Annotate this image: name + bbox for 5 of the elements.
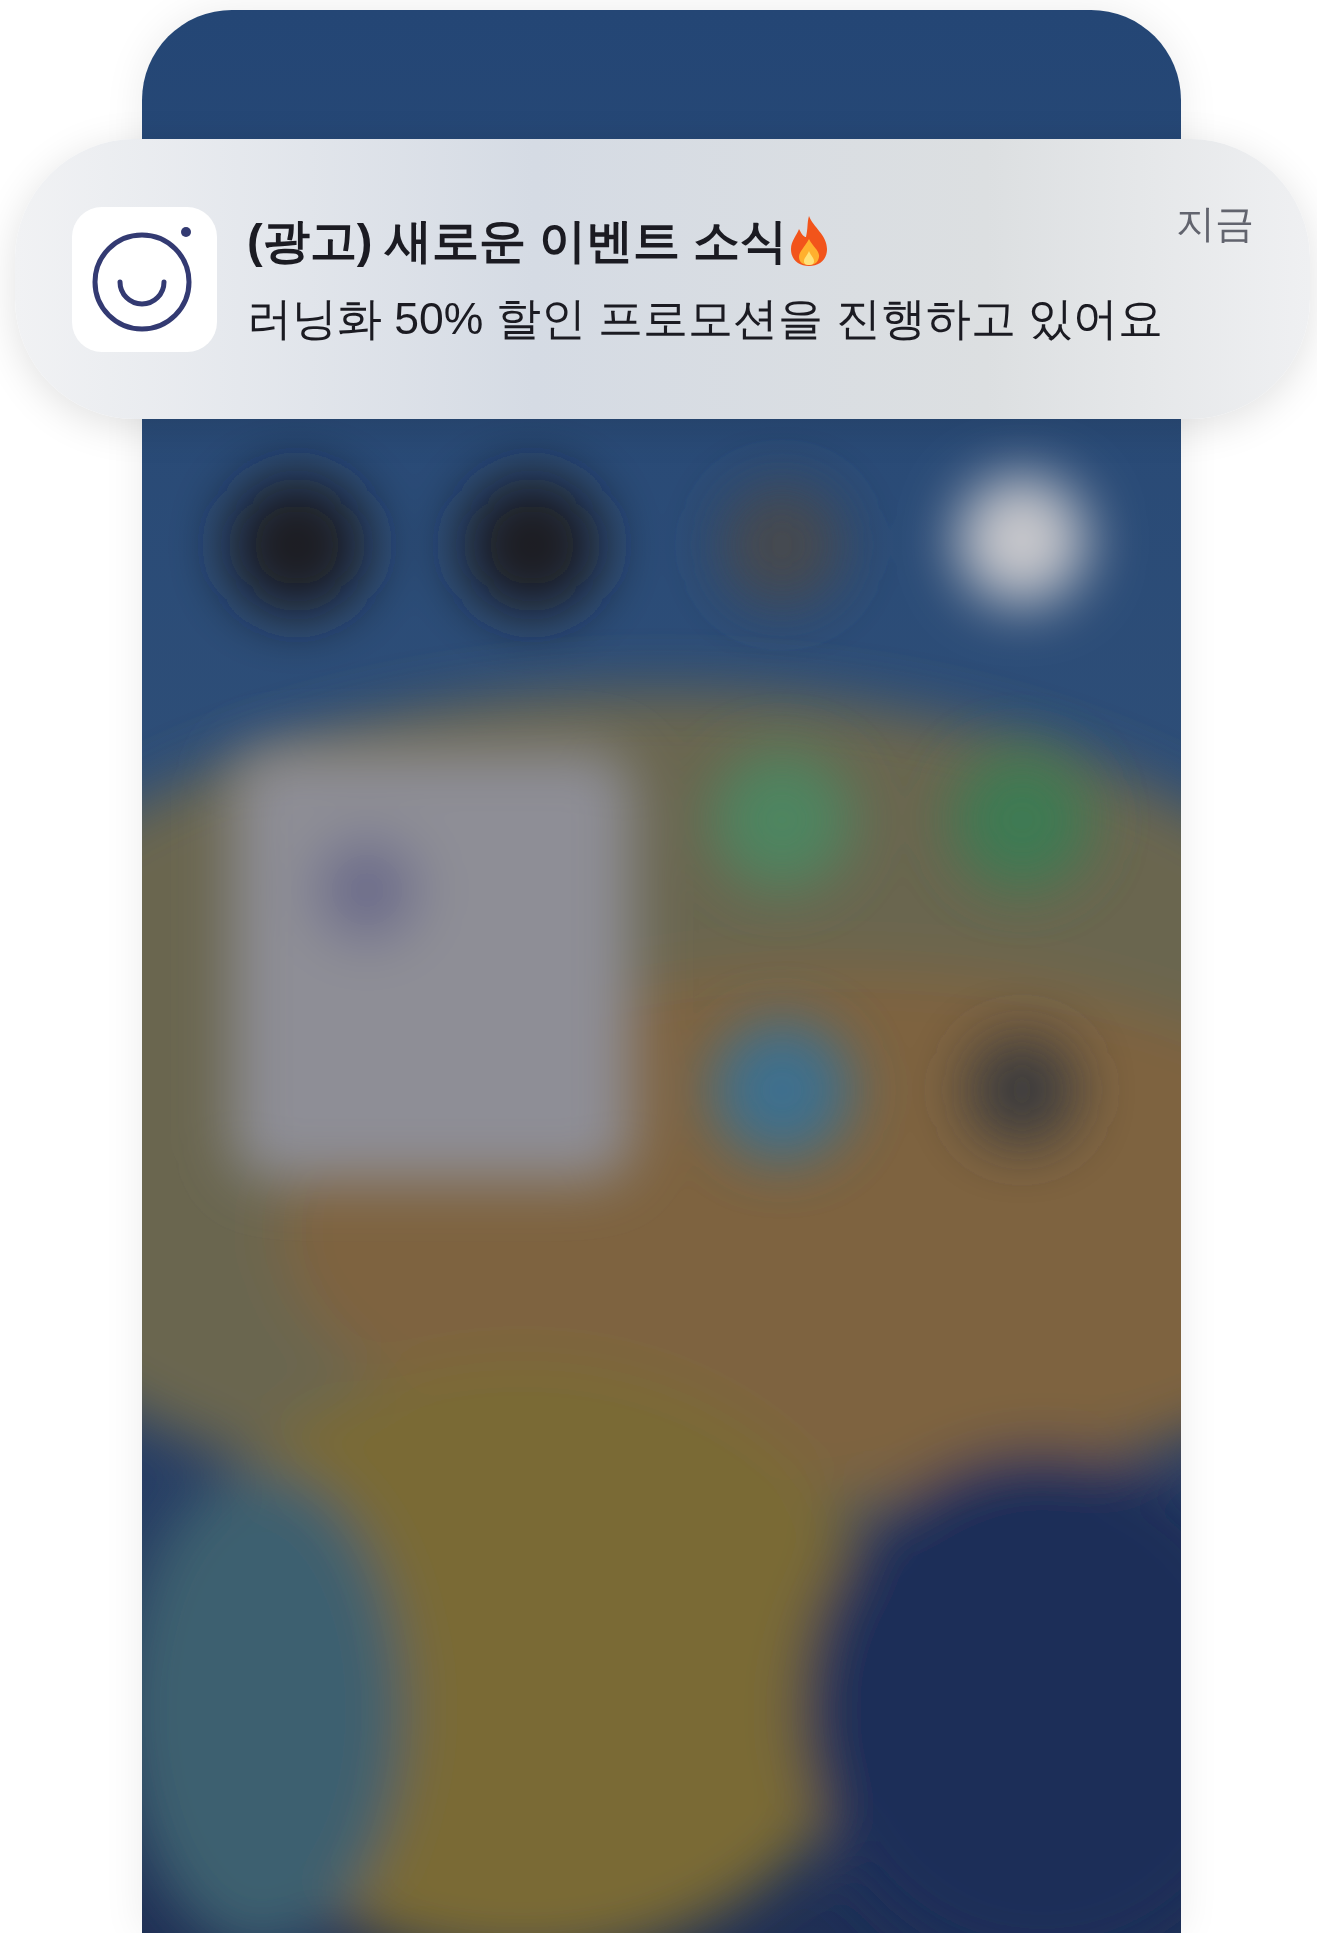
notification-banner[interactable]: (광고) 새로운 이벤트 소식 러닝화 50% 할인 프로모션을 진행하고 있어요 지금 — [15, 139, 1310, 419]
notification-time: 지금 — [1176, 201, 1254, 247]
notification-body: 러닝화 50% 할인 프로모션을 진행하고 있어요 — [247, 292, 1164, 345]
fire-icon — [789, 215, 830, 268]
notification-title: (광고) 새로운 이벤트 소식 — [247, 213, 788, 270]
